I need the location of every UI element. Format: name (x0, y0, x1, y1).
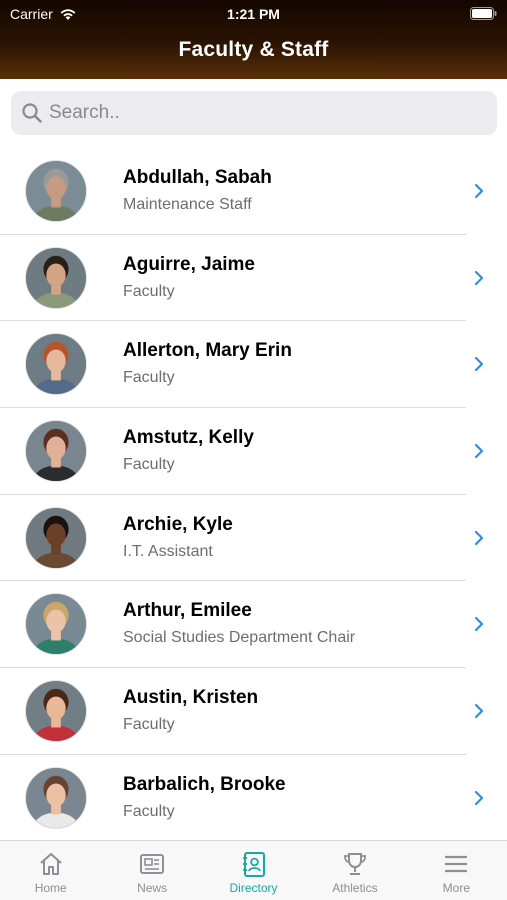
avatar-photo (26, 421, 86, 482)
avatar (25, 680, 87, 743)
chevron-right-icon (474, 790, 484, 805)
tab-athletics[interactable]: Athletics (304, 841, 405, 900)
status-time: 1:21 PM (227, 6, 280, 22)
person-name: Austin, Kristen (123, 687, 259, 709)
list-item[interactable]: Amstutz, Kelly Faculty (0, 408, 507, 495)
list-item[interactable]: Allerton, Mary Erin Faculty (0, 321, 507, 409)
tab-label: Home (34, 881, 67, 895)
trophy-icon (344, 853, 366, 875)
tab-label: More (442, 881, 470, 895)
person-role: Social Studies Department Chair (123, 629, 356, 647)
person-role: I.T. Assistant (123, 542, 213, 560)
tab-bar: Home News Directory Athletics More (0, 840, 507, 900)
avatar-photo (26, 334, 86, 395)
app-header: Carrier 1:21 PM Faculty & Staff (0, 0, 507, 79)
tab-label: News (137, 881, 168, 895)
avatar-photo (26, 767, 86, 828)
chevron-right-icon (474, 617, 484, 632)
avatar (25, 420, 87, 483)
chevron-right-icon (474, 530, 484, 545)
avatar (25, 593, 87, 656)
person-name: Aguirre, Jaime (123, 253, 255, 275)
tab-home[interactable]: Home (0, 841, 101, 900)
tab-label: Athletics (332, 881, 378, 895)
menu-icon (445, 855, 468, 873)
person-role: Maintenance Staff (123, 196, 252, 213)
list-item[interactable]: Aguirre, Jaime Faculty (0, 235, 507, 322)
person-name: Arthur, Emilee (123, 600, 252, 622)
avatar (25, 333, 87, 396)
chevron-right-icon (474, 443, 484, 459)
tab-more[interactable]: More (406, 841, 507, 900)
avatar (25, 766, 87, 829)
avatar-photo (26, 681, 86, 742)
directory-list: Abdullah, Sabah Maintenance Staff Aguirr… (0, 148, 507, 842)
battery-icon (470, 7, 497, 20)
person-name: Amstutz, Kelly (123, 427, 254, 449)
status-bar: Carrier 1:21 PM (0, 0, 507, 28)
list-item[interactable]: Austin, Kristen Faculty (0, 668, 507, 755)
chevron-right-icon (474, 183, 484, 199)
person-name: Archie, Kyle (123, 513, 233, 535)
person-role: Faculty (123, 282, 175, 300)
person-name: Abdullah, Sabah (123, 167, 272, 188)
avatar (25, 246, 87, 309)
tab-directory[interactable]: Directory (203, 841, 304, 900)
list-item[interactable]: Barbalich, Brooke Faculty (0, 755, 507, 842)
avatar-photo (26, 247, 86, 308)
avatar-photo (26, 161, 86, 221)
list-item[interactable]: Abdullah, Sabah Maintenance Staff (0, 148, 507, 235)
home-icon (40, 853, 62, 875)
tab-news[interactable]: News (101, 841, 202, 900)
person-role: Faculty (123, 716, 175, 734)
avatar-photo (26, 507, 86, 568)
person-name: Barbalich, Brooke (123, 773, 286, 795)
directory-icon (242, 852, 265, 877)
chevron-right-icon (474, 270, 484, 285)
search-icon (22, 103, 42, 123)
search-bar[interactable] (11, 91, 497, 135)
news-icon (140, 854, 165, 874)
list-item[interactable]: Arthur, Emilee Social Studies Department… (0, 581, 507, 669)
list-item[interactable]: Archie, Kyle I.T. Assistant (0, 495, 507, 582)
avatar (25, 160, 87, 222)
chevron-right-icon (474, 704, 484, 719)
avatar (25, 506, 87, 569)
avatar-photo (26, 594, 86, 655)
page-title: Faculty & Staff (178, 38, 329, 61)
tab-label: Directory (229, 881, 278, 895)
person-role: Faculty (123, 456, 175, 474)
person-role: Faculty (123, 802, 175, 820)
search-input[interactable] (49, 102, 497, 124)
chevron-right-icon (474, 357, 484, 372)
person-role: Faculty (123, 369, 175, 387)
person-name: Allerton, Mary Erin (123, 340, 292, 362)
